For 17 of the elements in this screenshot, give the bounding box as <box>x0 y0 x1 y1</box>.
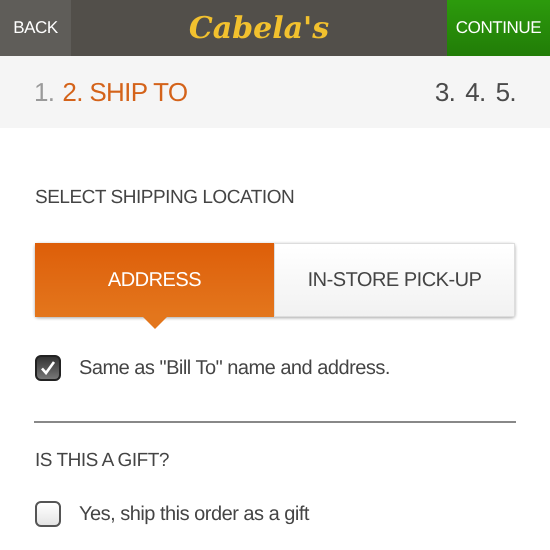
section-heading: SELECT SHIPPING LOCATION <box>35 186 296 210</box>
step-label: 3. <box>434 76 456 108</box>
step-label: 2. SHIP TO <box>62 76 188 108</box>
checkbox-label: Yes, ship this order as a gift <box>79 502 309 527</box>
checkbox[interactable] <box>35 354 61 380</box>
step-label: 1. <box>34 76 54 108</box>
segment-tab[interactable]: IN-STORE PICK-UP <box>274 242 515 316</box>
checkmark-icon <box>39 358 57 376</box>
pointer-icon <box>142 316 166 328</box>
section-heading: IS THIS A GIFT? <box>35 448 170 472</box>
logo: Cabela's <box>188 10 330 48</box>
checkbox[interactable] <box>35 501 61 527</box>
step-label: 4. <box>465 76 486 108</box>
checkbox-label: Same as "Bill To" name and address. <box>79 356 390 380</box>
back-button[interactable]: BACK <box>0 0 71 56</box>
continue-button[interactable]: CONTINUE <box>447 0 550 56</box>
step-label: 5. <box>496 76 516 108</box>
